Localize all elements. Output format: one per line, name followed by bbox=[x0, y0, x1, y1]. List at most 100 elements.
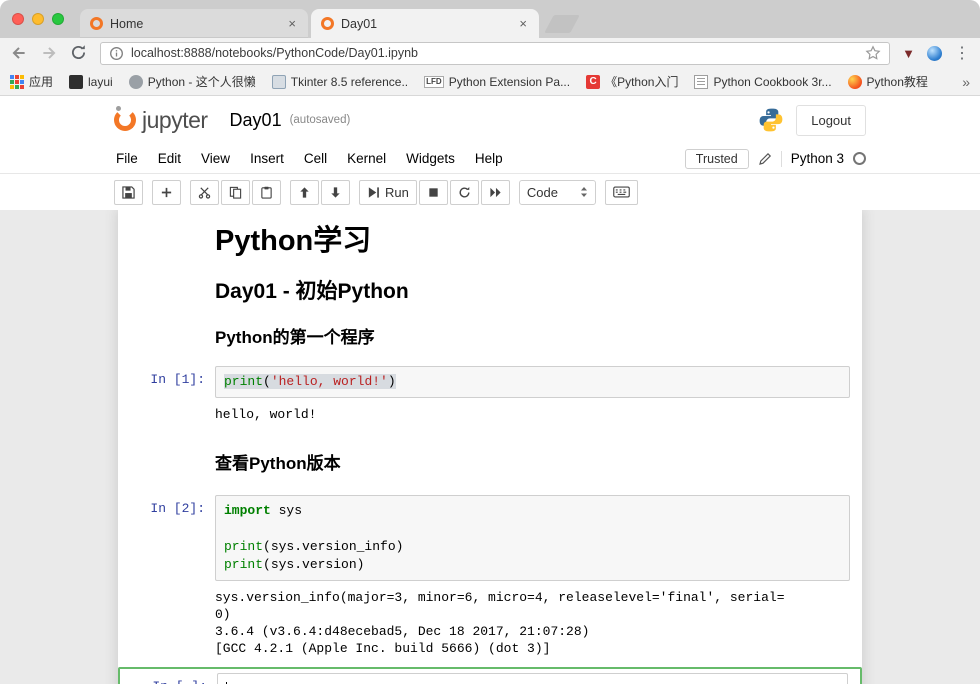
lfd-favicon-icon: LFD bbox=[424, 76, 444, 88]
jupyter-favicon-icon bbox=[321, 17, 334, 30]
output-text: [GCC 4.2.1 (Apple Inc. build 5666) (dot … bbox=[215, 640, 842, 657]
chrome-menu-icon[interactable]: ⋮ bbox=[954, 43, 970, 63]
menu-insert[interactable]: Insert bbox=[240, 147, 294, 170]
tutorial-favicon-icon bbox=[848, 75, 862, 89]
code-token: import bbox=[224, 503, 271, 518]
book-favicon-icon bbox=[694, 75, 708, 89]
apps-grid-icon bbox=[10, 75, 24, 89]
tab-strip: Home × Day01 × bbox=[0, 0, 980, 38]
tkinter-favicon-icon bbox=[272, 75, 286, 89]
jupyter-header: jupyter Day01 (autosaved) Logout bbox=[0, 96, 980, 144]
code-input-2[interactable]: import sys print(sys.version_info) print… bbox=[215, 495, 850, 581]
refresh-icon[interactable] bbox=[70, 44, 88, 62]
code-input-1[interactable]: print('hello, world!') bbox=[215, 366, 850, 398]
csdn-favicon-icon: C bbox=[586, 75, 600, 89]
tab-day01[interactable]: Day01 × bbox=[311, 9, 539, 38]
output-text: 0) bbox=[215, 606, 842, 623]
bookmark-apps[interactable]: 应用 bbox=[10, 73, 53, 90]
bookmark-label: 《Python入门 bbox=[605, 73, 678, 90]
bookmark-python-blog[interactable]: Python - 这个人很懒 bbox=[129, 73, 256, 90]
bookmarks-bar: 应用 layui Python - 这个人很懒 Tkinter 8.5 refe… bbox=[0, 68, 980, 96]
interrupt-kernel-button[interactable] bbox=[419, 180, 448, 205]
code-token: ( bbox=[263, 374, 271, 389]
code-token: print bbox=[224, 539, 263, 554]
menu-widgets[interactable]: Widgets bbox=[396, 147, 465, 170]
code-cell-1: In [1]: print('hello, world!') bbox=[118, 366, 862, 398]
close-window-button[interactable] bbox=[12, 13, 24, 25]
menu-help[interactable]: Help bbox=[465, 147, 513, 170]
tab-close-icon[interactable]: × bbox=[517, 15, 529, 32]
notebook-title[interactable]: Day01 bbox=[230, 110, 282, 131]
menu-view[interactable]: View bbox=[191, 147, 240, 170]
add-cell-button[interactable] bbox=[152, 180, 181, 205]
bookmark-python-tutorial[interactable]: Python教程 bbox=[848, 73, 928, 90]
code-cell-2: In [2]: import sys print(sys.version_inf… bbox=[118, 495, 862, 581]
bookmark-cookbook[interactable]: Python Cookbook 3r... bbox=[694, 75, 831, 89]
move-cell-down-button[interactable] bbox=[321, 180, 350, 205]
divider bbox=[781, 151, 782, 167]
notebook-background: Python学习 Day01 - 初始Python Python的第一个程序 I… bbox=[0, 210, 980, 684]
new-tab-button[interactable] bbox=[544, 15, 580, 33]
page-info-icon[interactable] bbox=[109, 46, 124, 61]
forward-icon[interactable] bbox=[40, 44, 58, 62]
menu-edit[interactable]: Edit bbox=[148, 147, 191, 170]
zoom-window-button[interactable] bbox=[52, 13, 64, 25]
back-icon[interactable] bbox=[10, 44, 28, 62]
run-label: Run bbox=[385, 185, 409, 200]
window-controls bbox=[12, 13, 64, 25]
tab-close-icon[interactable]: × bbox=[286, 15, 298, 32]
move-cell-up-button[interactable] bbox=[290, 180, 319, 205]
output-text: hello, world! bbox=[215, 406, 842, 423]
notebook-heading-1: Python学习 bbox=[215, 226, 848, 256]
url-omnibox[interactable]: localhost:8888/notebooks/PythonCode/Day0… bbox=[100, 42, 890, 65]
run-cell-button[interactable]: Run bbox=[359, 180, 417, 205]
save-button[interactable] bbox=[114, 180, 143, 205]
logout-button[interactable]: Logout bbox=[796, 105, 866, 136]
cut-cell-button[interactable] bbox=[190, 180, 219, 205]
kernel-name[interactable]: Python 3 bbox=[791, 151, 844, 166]
code-input-3[interactable] bbox=[217, 673, 848, 684]
markdown-cell-version[interactable]: 查看Python版本 bbox=[118, 455, 862, 473]
trusted-button[interactable]: Trusted bbox=[685, 149, 749, 169]
notebook-heading-2: Day01 - 初始Python bbox=[215, 281, 848, 303]
menu-cell[interactable]: Cell bbox=[294, 147, 337, 170]
minimize-window-button[interactable] bbox=[32, 13, 44, 25]
select-stepper-icon bbox=[580, 186, 588, 198]
input-prompt: In [1]: bbox=[118, 366, 215, 398]
extension-triangle-icon[interactable]: ▼ bbox=[902, 46, 915, 61]
edit-mode-pencil-icon bbox=[758, 152, 772, 166]
bookmark-star-icon[interactable] bbox=[865, 45, 881, 61]
notebook-toolbar: Run Code bbox=[0, 174, 980, 210]
notebook-menubar: File Edit View Insert Cell Kernel Widget… bbox=[0, 144, 980, 174]
bookmark-label: layui bbox=[88, 75, 113, 89]
layui-favicon-icon bbox=[69, 75, 83, 89]
menu-file[interactable]: File bbox=[114, 147, 148, 170]
python-logo-icon bbox=[758, 107, 784, 133]
bookmark-python-extension[interactable]: LFD Python Extension Pa... bbox=[424, 75, 570, 89]
restart-run-all-button[interactable] bbox=[481, 180, 510, 205]
jupyter-logo-icon bbox=[114, 109, 136, 131]
input-prompt: In [2]: bbox=[118, 495, 215, 581]
bookmark-label: Python Extension Pa... bbox=[449, 75, 570, 89]
bookmark-label: 应用 bbox=[29, 73, 53, 90]
copy-cell-button[interactable] bbox=[221, 180, 250, 205]
jupyter-logo[interactable]: jupyter bbox=[114, 107, 208, 134]
jupyter-favicon-icon bbox=[90, 17, 103, 30]
bookmark-label: Python Cookbook 3r... bbox=[713, 75, 831, 89]
markdown-cell-title[interactable]: Python学习 Day01 - 初始Python Python的第一个程序 bbox=[118, 226, 862, 347]
bookmark-python-intro[interactable]: C 《Python入门 bbox=[586, 73, 678, 90]
bookmark-layui[interactable]: layui bbox=[69, 75, 113, 89]
cell-type-dropdown[interactable]: Code bbox=[519, 180, 596, 205]
notebook-container: Python学习 Day01 - 初始Python Python的第一个程序 I… bbox=[118, 210, 862, 684]
code-token: (sys.version_info) bbox=[263, 539, 403, 554]
bookmark-tkinter[interactable]: Tkinter 8.5 reference.. bbox=[272, 75, 408, 89]
tab-home[interactable]: Home × bbox=[80, 9, 308, 38]
bookmarks-overflow-icon[interactable]: » bbox=[962, 74, 970, 90]
extension-globe-icon[interactable] bbox=[927, 46, 942, 61]
command-palette-button[interactable] bbox=[605, 180, 638, 205]
paste-cell-button[interactable] bbox=[252, 180, 281, 205]
kernel-status-icon bbox=[853, 152, 866, 165]
bookmark-label: Python - 这个人很懒 bbox=[148, 73, 256, 90]
restart-kernel-button[interactable] bbox=[450, 180, 479, 205]
menu-kernel[interactable]: Kernel bbox=[337, 147, 396, 170]
